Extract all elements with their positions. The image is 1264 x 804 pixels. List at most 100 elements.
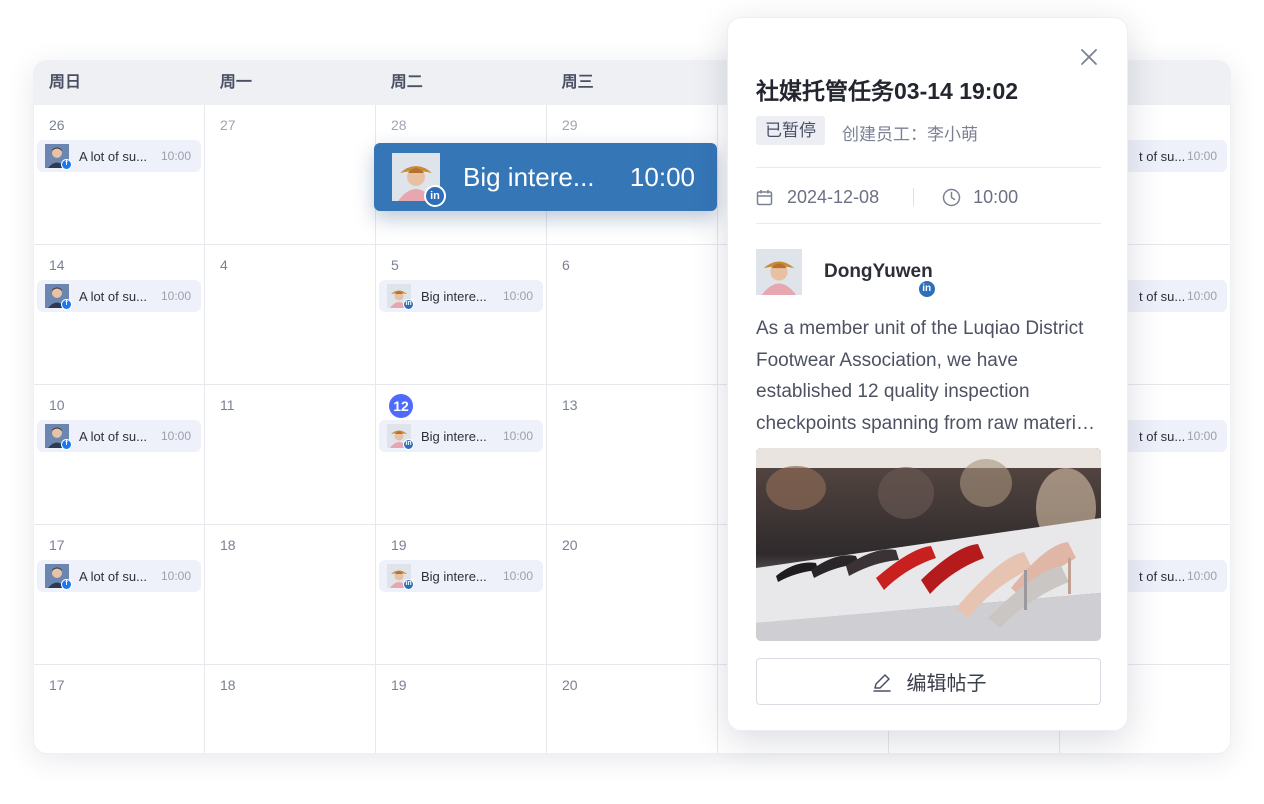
day-cell[interactable]: 17: [34, 665, 205, 753]
calendar-event[interactable]: in Big intere... 10:00: [379, 560, 543, 592]
day-cell[interactable]: 17 f A lot of su... 10:00: [34, 525, 205, 665]
post-author: in DongYuwen: [756, 249, 937, 299]
day-number: 10: [49, 397, 65, 413]
day-cell[interactable]: 11: [205, 385, 376, 525]
event-time: 10:00: [1186, 289, 1217, 303]
event-title: Big intere...: [421, 288, 487, 304]
day-cell[interactable]: 6: [547, 245, 718, 385]
edit-post-button[interactable]: 编辑帖子: [756, 658, 1101, 705]
avatar: in: [756, 249, 937, 299]
facebook-icon: f: [61, 159, 72, 170]
calendar-event[interactable]: f A lot of su... 10:00: [37, 140, 201, 172]
edit-button-label: 编辑帖子: [906, 673, 987, 695]
day-number: 4: [220, 257, 228, 273]
popup-title: 社媒托管任务03-14 19:02: [756, 78, 1019, 104]
avatar: f: [45, 424, 72, 450]
calendar-event[interactable]: f A lot of su... 10:00: [37, 560, 201, 592]
day-cell[interactable]: 27: [205, 105, 376, 245]
day-cell-today[interactable]: 12 in Big intere... 10:00: [376, 385, 547, 525]
day-cell[interactable]: 13: [547, 385, 718, 525]
day-cell[interactable]: 19: [376, 665, 547, 753]
event-time: 10:00: [1186, 569, 1217, 583]
event-time: 10:00: [160, 289, 191, 303]
day-number: 14: [49, 257, 65, 273]
schedule-time: 10:00: [973, 186, 1019, 207]
event-time: 10:00: [502, 569, 533, 583]
stage: 周日 周一 周二 周三 26 f A lot of su... 10:00 27…: [0, 0, 1264, 804]
linkedin-icon: in: [403, 299, 414, 310]
clock-icon: [942, 188, 961, 206]
event-title: A lot of su...: [79, 568, 147, 584]
day-cell[interactable]: 14 f A lot of su... 10:00: [34, 245, 205, 385]
separator: [913, 188, 915, 206]
linkedin-icon: in: [403, 439, 414, 450]
day-number: 6: [562, 257, 570, 273]
day-cell[interactable]: 18: [205, 525, 376, 665]
day-number: 18: [220, 537, 236, 553]
avatar: in: [387, 284, 414, 310]
day-number: 28: [391, 117, 407, 133]
day-cell[interactable]: 20: [547, 525, 718, 665]
weekday-monday: 周一: [219, 74, 252, 91]
day-cell[interactable]: 20: [547, 665, 718, 753]
close-icon[interactable]: [1078, 46, 1100, 68]
weekday-tuesday: 周二: [390, 74, 423, 91]
avatar: in: [392, 153, 446, 207]
event-title: Big intere...: [421, 428, 487, 444]
day-number: 27: [220, 117, 236, 133]
day-number: 17: [49, 677, 65, 693]
linkedin-icon: in: [424, 185, 446, 207]
avatar: in: [387, 424, 414, 450]
day-cell[interactable]: 19 in Big intere... 10:00: [376, 525, 547, 665]
schedule-date: 2024-12-08: [787, 186, 880, 207]
day-number: 19: [391, 677, 407, 693]
event-time: 10:00: [502, 289, 533, 303]
day-cell[interactable]: 18: [205, 665, 376, 753]
status-badge: 已暂停: [756, 116, 825, 145]
facebook-icon: f: [61, 299, 72, 310]
day-number: 20: [562, 537, 578, 553]
day-number: 18: [220, 677, 236, 693]
facebook-icon: f: [61, 439, 72, 450]
post-detail-popup: 社媒托管任务03-14 19:02 已暂停 创建员工：李小萌 2024-12-0…: [727, 17, 1128, 731]
event-time: 10:00: [160, 569, 191, 583]
dragging-event[interactable]: in Big intere... 10:00: [374, 143, 717, 211]
event-title: Big intere...: [463, 161, 595, 192]
creator-label: 创建员工：: [842, 125, 927, 144]
day-cell[interactable]: 4: [205, 245, 376, 385]
day-cell[interactable]: 26 f A lot of su... 10:00: [34, 105, 205, 245]
event-title: A lot of su...: [79, 288, 147, 304]
event-title: A lot of su...: [79, 428, 147, 444]
day-number: 19: [391, 537, 407, 553]
avatar: f: [45, 144, 72, 170]
calendar-event[interactable]: f A lot of su... 10:00: [37, 280, 201, 312]
day-number: 26: [49, 117, 65, 133]
event-title: t of su...: [1139, 148, 1186, 164]
day-number: 11: [220, 397, 235, 413]
calendar-icon: [756, 189, 773, 205]
avatar: f: [45, 564, 72, 590]
avatar-photo: [756, 249, 802, 299]
event-title: Big intere...: [421, 568, 487, 584]
creator-name: 李小萌: [927, 125, 978, 144]
event-time: 10:00: [629, 161, 695, 192]
post-image: [756, 448, 1101, 641]
calendar-event[interactable]: in Big intere... 10:00: [379, 420, 543, 452]
event-time: 10:00: [160, 429, 191, 443]
day-number: 17: [49, 537, 65, 553]
shoes-photo: [756, 448, 1101, 641]
day-cell[interactable]: 10 f A lot of su... 10:00: [34, 385, 205, 525]
avatar: in: [387, 564, 414, 590]
day-number: 5: [391, 257, 399, 273]
linkedin-icon: in: [403, 579, 414, 590]
calendar-event[interactable]: in Big intere... 10:00: [379, 280, 543, 312]
event-title: t of su...: [1139, 288, 1186, 304]
day-number: 20: [562, 677, 578, 693]
author-name: DongYuwen: [824, 261, 933, 282]
today-marker: 12: [389, 394, 413, 418]
event-title: t of su...: [1139, 428, 1186, 444]
calendar-event[interactable]: f A lot of su... 10:00: [37, 420, 201, 452]
schedule-row: 2024-12-08 10:00: [756, 183, 1018, 211]
day-cell[interactable]: 5 in Big intere... 10:00: [376, 245, 547, 385]
facebook-icon: f: [61, 579, 72, 590]
